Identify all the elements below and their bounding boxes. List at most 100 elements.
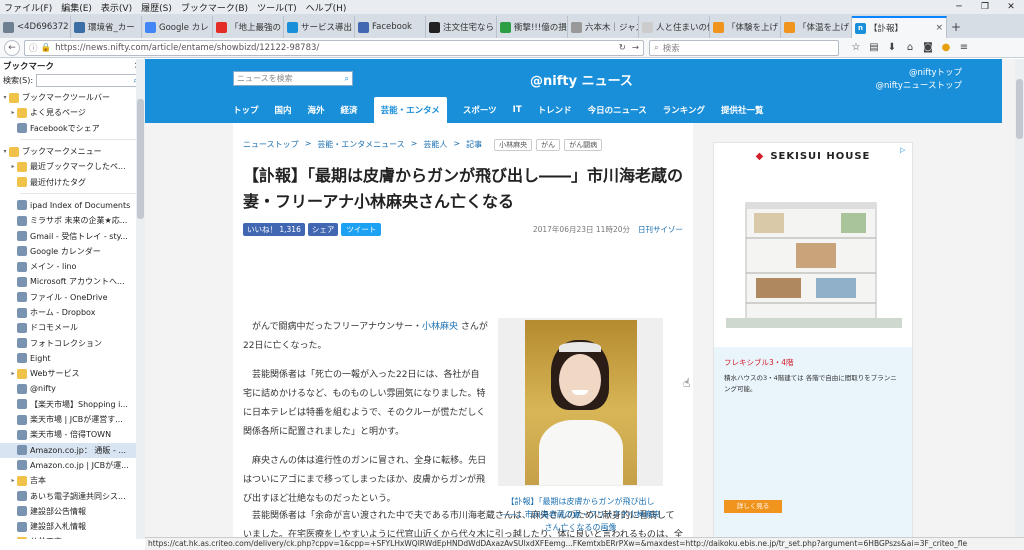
nav-item[interactable]: トップ bbox=[233, 98, 259, 122]
search-icon[interactable]: ⌕ bbox=[345, 74, 349, 84]
nav-item[interactable]: IT bbox=[513, 99, 522, 121]
bookmark-item[interactable]: フォトコレクション bbox=[0, 335, 144, 350]
download-icon[interactable]: ⬇ bbox=[883, 42, 901, 53]
browser-tab[interactable]: <4D696372 bbox=[0, 16, 71, 38]
nav-item[interactable]: 国内 bbox=[275, 98, 292, 122]
bookmark-item[interactable]: ipad Index of Documents bbox=[0, 198, 144, 213]
site-logo[interactable]: @nifty ニュース bbox=[530, 70, 633, 89]
browser-tab[interactable]: 六本木｜ジャズ bbox=[568, 16, 639, 38]
bookmark-item[interactable]: 楽天市場 | JCBが運営す... bbox=[0, 412, 144, 427]
menu-tools[interactable]: ツール(T) bbox=[257, 1, 297, 14]
browser-tab[interactable]: 「体験を上げ bbox=[710, 16, 781, 38]
bookmark-item[interactable]: 楽天市場 - 倍得TOWN bbox=[0, 427, 144, 442]
bookmark-item[interactable]: Eight bbox=[0, 351, 144, 366]
browser-tab[interactable]: 「体温を上げ bbox=[781, 16, 852, 38]
bookmark-item[interactable]: ▸ 最近ブックマークしたペ... bbox=[0, 159, 144, 174]
browser-tab[interactable]: Google カレ bbox=[142, 16, 213, 38]
adchoices-icon[interactable]: ▷ bbox=[900, 146, 909, 155]
nifty-top-link[interactable]: @niftyトップ bbox=[875, 67, 962, 80]
bookmark-item[interactable]: Microsoft アカウントへ... bbox=[0, 274, 144, 289]
breadcrumb-item[interactable]: 芸能・エンタメニュース bbox=[317, 139, 404, 151]
browser-tab[interactable]: サービス導出 bbox=[284, 16, 355, 38]
bookmark-item[interactable]: 【楽天市場】Shopping i... bbox=[0, 397, 144, 412]
bookmark-item[interactable]: ▾ ブックマークツールバー bbox=[0, 90, 144, 105]
bookmark-item[interactable]: ▸ よく見るページ bbox=[0, 105, 144, 120]
sidebar-scroll-thumb[interactable] bbox=[137, 99, 144, 219]
nav-item[interactable]: 提供社一覧 bbox=[721, 98, 764, 122]
menu-view[interactable]: 表示(V) bbox=[101, 1, 132, 14]
tag-chip[interactable]: がん bbox=[536, 139, 561, 151]
bookmark-item[interactable]: 建設部入札情報 bbox=[0, 519, 144, 534]
nifty-news-top-link[interactable]: @niftyニューストップ bbox=[875, 80, 962, 93]
url-text[interactable]: https://news.nifty.com/article/entame/sh… bbox=[55, 43, 619, 53]
star-icon[interactable]: ☆ bbox=[847, 42, 865, 53]
tag-chip[interactable]: 小林麻央 bbox=[494, 139, 533, 151]
tweet-button[interactable]: ツイート bbox=[341, 223, 382, 236]
menu-file[interactable]: ファイル(F) bbox=[4, 1, 52, 14]
bookmark-item[interactable]: 最近付けたタグ bbox=[0, 174, 144, 189]
new-tab-button[interactable]: + bbox=[947, 16, 965, 38]
nav-item[interactable]: 海外 bbox=[308, 98, 325, 122]
like-button[interactable]: いいね！ 1,316 bbox=[243, 223, 305, 236]
browser-tab[interactable]: 環境省_カー bbox=[71, 16, 142, 38]
expand-toggle-icon[interactable]: ▾ bbox=[1, 94, 9, 101]
bookmark-item[interactable]: 建設部公告情報 bbox=[0, 504, 144, 519]
article-photo[interactable] bbox=[498, 318, 663, 486]
browser-tab[interactable]: 人と住まいの健 bbox=[639, 16, 710, 38]
sidebar-search-input[interactable]: ⌕ bbox=[36, 74, 141, 87]
bookmark-item[interactable]: @nifty bbox=[0, 381, 144, 396]
active-browser-tab[interactable]: n 【訃報】 × bbox=[852, 16, 947, 38]
search-bar[interactable]: ⌕ 検索 bbox=[649, 39, 839, 56]
nav-item[interactable]: ランキング bbox=[663, 98, 705, 122]
bookmark-item[interactable]: Facebookでシェア bbox=[0, 121, 144, 136]
expand-toggle-icon[interactable]: ▾ bbox=[1, 148, 9, 155]
breadcrumb-item[interactable]: ニューストップ bbox=[243, 139, 299, 151]
bookmark-item[interactable]: メイン - lino bbox=[0, 259, 144, 274]
close-window-icon[interactable]: ✕ bbox=[998, 0, 1024, 14]
page-scroll-thumb[interactable] bbox=[1016, 79, 1023, 139]
bookmark-item[interactable]: Amazon.co.jp： 通販 - ... bbox=[0, 442, 144, 458]
advertisement[interactable]: ▷ ◆ SEKISUI HOUSE フレキシブル3・4階 積水ハウスの3・4階建て… bbox=[713, 142, 913, 537]
bookmark-item[interactable]: ミラサポ 未来の企業★応... bbox=[0, 213, 144, 228]
expand-toggle-icon[interactable]: ▸ bbox=[9, 477, 17, 484]
home-icon[interactable]: ⌂ bbox=[901, 42, 919, 53]
bookmark-item[interactable]: ▸ 吉本 bbox=[0, 473, 144, 488]
tag-chip[interactable]: がん闘病 bbox=[564, 139, 603, 151]
bookmark-item[interactable]: ドコモメール bbox=[0, 320, 144, 335]
bookmark-item[interactable]: ▾ ブックマークメニュー bbox=[0, 144, 144, 159]
nav-item[interactable]: トレンド bbox=[538, 98, 572, 122]
page-scrollbar[interactable] bbox=[1015, 59, 1024, 539]
maximize-icon[interactable]: ❐ bbox=[972, 0, 998, 14]
nav-item[interactable]: 経済 bbox=[341, 98, 358, 122]
menu-edit[interactable]: 編集(E) bbox=[61, 1, 92, 14]
menu-icon[interactable]: ≡ bbox=[955, 42, 973, 53]
news-search-input[interactable]: ニュースを検索 ⌕ bbox=[233, 71, 353, 86]
bookmark-item[interactable]: ホーム - Dropbox bbox=[0, 305, 144, 320]
nav-item[interactable]: 芸能・エンタメ bbox=[373, 97, 447, 123]
sidebar-title[interactable]: ブックマーク bbox=[3, 60, 54, 72]
url-bar[interactable]: ⓘ 🔒 https://news.nifty.com/article/entam… bbox=[24, 39, 644, 56]
bookmark-item[interactable]: ファイル - OneDrive bbox=[0, 290, 144, 305]
nav-item[interactable]: 今日のニュース bbox=[588, 98, 647, 122]
info-icon[interactable]: ⓘ bbox=[29, 42, 38, 54]
minimize-icon[interactable]: ─ bbox=[946, 0, 972, 14]
bookmark-item[interactable]: ▸ Webサービス bbox=[0, 366, 144, 381]
sidebar-scrollbar[interactable] bbox=[136, 59, 145, 539]
menu-help[interactable]: ヘルプ(H) bbox=[306, 1, 347, 14]
browser-tab[interactable]: 「地上最強の bbox=[213, 16, 284, 38]
back-icon[interactable]: ← bbox=[4, 39, 20, 56]
bookmark-item[interactable]: Gmail - 受信トレイ - sty... bbox=[0, 228, 144, 243]
menu-bookmarks[interactable]: ブックマーク(B) bbox=[181, 1, 248, 14]
chrome-icon[interactable]: ● bbox=[937, 42, 955, 53]
forward-icon[interactable]: → bbox=[632, 43, 639, 53]
close-tab-icon[interactable]: × bbox=[935, 23, 943, 33]
bookmark-item[interactable]: Amazon.co.jp | JCBが運... bbox=[0, 458, 144, 473]
expand-toggle-icon[interactable]: ▸ bbox=[9, 370, 17, 377]
browser-tab[interactable]: Facebook bbox=[355, 16, 426, 38]
nav-item[interactable]: スポーツ bbox=[463, 98, 497, 122]
browser-tab[interactable]: 衝撃!!!億の損 bbox=[497, 16, 568, 38]
ad-more-button[interactable]: 詳しく見る bbox=[724, 500, 782, 513]
person-link[interactable]: 小林麻央 bbox=[422, 322, 458, 332]
expand-toggle-icon[interactable]: ▸ bbox=[9, 163, 17, 170]
pocket-icon[interactable]: ◙ bbox=[919, 42, 937, 53]
